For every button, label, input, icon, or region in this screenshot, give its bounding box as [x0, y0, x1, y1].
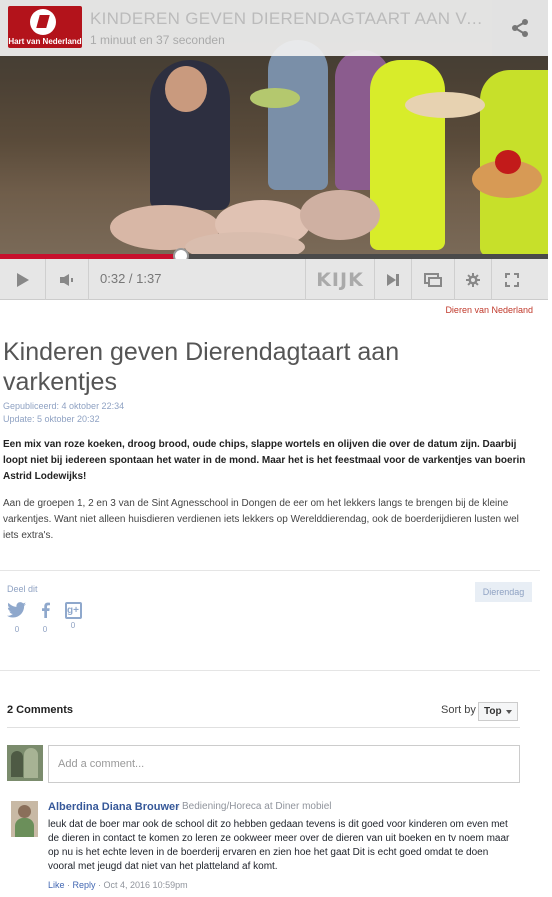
caret-down-icon: [506, 710, 512, 714]
play-icon: [16, 272, 29, 287]
published-date: Gepubliceerd: 4 oktober 22:34: [3, 401, 125, 411]
video-title-bar: Hart van Nederland KINDEREN GEVEN DIEREN…: [0, 0, 548, 56]
googleplus-share[interactable]: g+ 0: [62, 602, 84, 630]
comment-author[interactable]: Alberdina Diana Brouwer: [48, 801, 179, 813]
volume-button[interactable]: [46, 259, 89, 300]
scene-plate: [405, 92, 485, 118]
scene-person: [165, 66, 207, 112]
googleplus-count: 0: [70, 621, 76, 630]
scene-plate: [250, 88, 300, 108]
article-lead: Een mix van roze koeken, droog brood, ou…: [3, 439, 526, 482]
popout-button[interactable]: [412, 259, 455, 300]
video-duration: 1 minuut en 37 seconden: [90, 33, 225, 47]
total-time: 1:37: [136, 271, 162, 286]
comment-timestamp[interactable]: Oct 4, 2016 10:59pm: [104, 880, 188, 890]
logo-text: Hart van Nederland: [8, 37, 82, 46]
share-button[interactable]: [492, 0, 548, 56]
facebook-count: 0: [42, 625, 48, 634]
scene-piglet: [300, 190, 380, 240]
popout-icon: [424, 272, 442, 287]
settings-button[interactable]: [455, 259, 492, 300]
source-link[interactable]: Dieren van Nederland: [445, 305, 533, 315]
video-player[interactable]: Hart van Nederland KINDEREN GEVEN DIEREN…: [0, 0, 548, 300]
share-label: Deel dit: [7, 584, 38, 594]
divider: [0, 670, 540, 671]
sort-dropdown[interactable]: Top: [478, 702, 518, 721]
sort-value: Top: [484, 706, 502, 717]
comment-actions: Like · Reply · Oct 4, 2016 10:59pm: [48, 880, 188, 890]
like-link[interactable]: Like: [48, 880, 65, 890]
gear-icon: [466, 272, 480, 287]
scene-tomato: [495, 150, 521, 174]
kijk-button[interactable]: KIJK: [305, 259, 375, 300]
time-display: 0:32 / 1:37: [100, 271, 162, 286]
next-button[interactable]: [375, 259, 412, 300]
article-body: Aan de groepen 1, 2 en 3 van de Sint Agn…: [3, 498, 519, 541]
twitter-icon: [7, 602, 26, 618]
divider: [0, 570, 540, 571]
player-controls: 0:32 / 1:37 KIJK: [0, 259, 548, 300]
facebook-share[interactable]: 0: [34, 602, 56, 634]
sort-label: Sort by: [441, 704, 476, 716]
logo-emblem-icon: [30, 9, 56, 35]
share-icon: [512, 19, 528, 37]
current-time: 0:32: [100, 271, 126, 286]
current-user-avatar: [7, 745, 43, 781]
next-icon: [387, 273, 399, 286]
twitter-share[interactable]: 0: [6, 602, 28, 634]
divider: [7, 727, 520, 728]
facebook-icon: [42, 602, 50, 618]
volume-icon: [60, 273, 73, 286]
twitter-count: 0: [14, 625, 20, 634]
comment-text: leuk dat de boer mar ook de school dit z…: [48, 819, 510, 872]
play-button[interactable]: [0, 259, 46, 300]
kijk-logo: KIJK: [316, 268, 364, 291]
reply-link[interactable]: Reply: [73, 880, 96, 890]
scene-person: [268, 40, 328, 190]
fullscreen-button[interactable]: [492, 259, 532, 300]
commenter-avatar[interactable]: [11, 801, 38, 837]
scene-piglet: [185, 232, 305, 256]
fullscreen-icon: [505, 272, 519, 287]
article-headline: Kinderen geven Dierendagtaart aan varken…: [3, 338, 400, 396]
separator-dot: ·: [176, 801, 180, 813]
scene-person: [370, 60, 445, 250]
video-title[interactable]: KINDEREN GEVEN DIERENDAGTAART AAN VARKEN…: [90, 9, 485, 29]
googleplus-icon: g+: [64, 602, 82, 619]
comments-count: 2 Comments: [7, 704, 74, 716]
updated-date: Update: 5 oktober 20:32: [3, 414, 100, 424]
comment-input[interactable]: Add a comment...: [48, 745, 520, 783]
comment-author-role: Bediening/Horeca at Diner mobiel: [182, 801, 332, 812]
hart-van-nederland-logo[interactable]: Hart van Nederland: [8, 6, 82, 48]
tag-dierendag[interactable]: Dierendag: [475, 582, 532, 602]
